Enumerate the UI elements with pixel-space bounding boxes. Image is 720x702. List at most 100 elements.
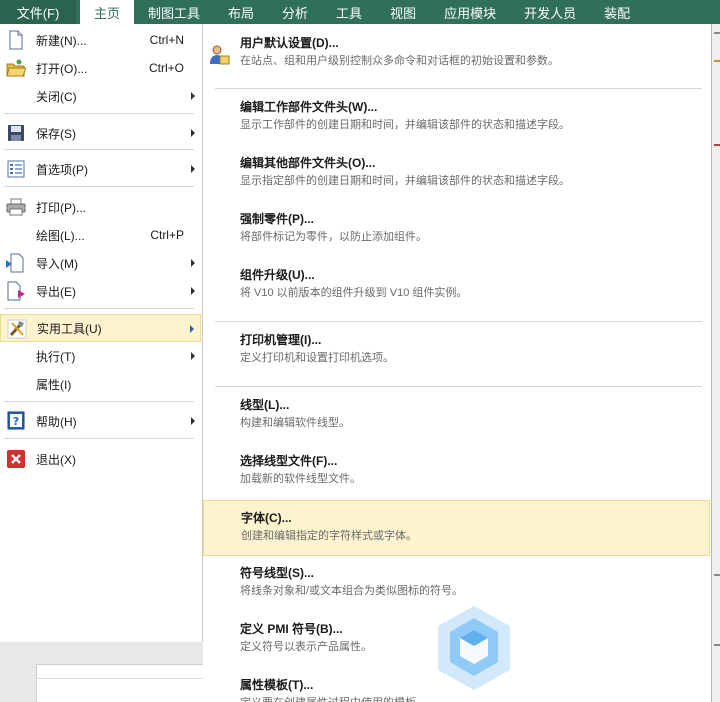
user-defaults-icon (208, 44, 230, 66)
tab-assemblies[interactable]: 装配 (590, 0, 644, 24)
submenu-arrow-icon (191, 259, 195, 267)
menu-item-label: 属性(I) (36, 377, 72, 392)
menu-item-save[interactable]: 保存(S) (0, 119, 201, 147)
submenu-arrow-icon (191, 287, 195, 295)
help-icon: ? (6, 411, 26, 431)
tab-layout[interactable]: 布局 (214, 0, 268, 24)
tab-tools[interactable]: 工具 (322, 0, 376, 24)
menu-item-import[interactable]: 导入(M) (0, 249, 201, 277)
submenu-item-edit-other-part-header[interactable]: 编辑其他部件文件头(O)... 显示指定部件的创建日期和时间，并编辑该部件的状态… (203, 146, 710, 202)
edge-marker (714, 32, 720, 34)
submenu-item-description: 在站点、组和用户级别控制众多命令和对话框的初始设置和参数。 (240, 55, 559, 67)
menu-item-label: 执行(T) (36, 349, 76, 364)
menu-item-label: 首选项(P) (36, 162, 88, 177)
menu-item-execute[interactable]: 执行(T) (0, 342, 201, 370)
submenu-item-description: 显示工作部件的创建日期和时间，并编辑该部件的状态和描述字段。 (240, 119, 570, 131)
menu-item-export[interactable]: 导出(E) (0, 277, 201, 305)
menu-item-utilities[interactable]: 实用工具(U) (0, 314, 201, 342)
menu-item-close[interactable]: 关闭(C) (0, 82, 201, 110)
menu-separator (4, 308, 194, 309)
menu-item-label: 导入(M) (36, 256, 78, 271)
submenu-item-title: 编辑其他部件文件头(O)... (240, 156, 376, 170)
tab-developer[interactable]: 开发人员 (510, 0, 590, 24)
edge-marker (714, 574, 720, 576)
submenu-arrow-icon (191, 352, 195, 360)
menu-separator (4, 186, 194, 187)
menu-item-properties[interactable]: 属性(I) (0, 370, 201, 398)
submenu-item-force-piece-part[interactable]: 强制零件(P)... 将部件标记为零件，以防止添加组件。 (203, 202, 710, 258)
menu-item-label: 帮助(H) (36, 414, 77, 429)
submenu-item-description: 定义符号以表示产品属性。 (240, 641, 372, 653)
submenu-separator (215, 386, 702, 387)
preferences-list-icon (6, 159, 26, 179)
submenu-item-character-font[interactable]: 字体(C)... 创建和编辑指定的字符样式或字体。 (203, 500, 710, 556)
background-window (36, 664, 203, 702)
submenu-item-line-font[interactable]: 线型(L)... 构建和编辑软件线型。 (203, 388, 710, 444)
menu-item-label: 打开(O)... (36, 61, 88, 76)
submenu-item-title: 线型(L)... (240, 398, 290, 412)
submenu-item-printer-admin[interactable]: 打印机管理(I)... 定义打印机和设置打印机选项。 (203, 323, 710, 379)
menu-item-label: 新建(N)... (36, 33, 87, 48)
submenu-item-title: 字体(C)... (241, 511, 292, 525)
tab-home[interactable]: 主页 (80, 0, 134, 24)
export-icon (6, 281, 26, 301)
file-menu: 新建(N)... Ctrl+N 打开(O)... Ctrl+O 关闭(C) 保存… (0, 24, 203, 642)
submenu-item-description: 定义要在创建属性过程中使用的模板 (240, 694, 416, 702)
menu-separator (4, 401, 194, 402)
menu-separator (4, 438, 194, 439)
submenu-item-description: 将线条对象和/或文本组合为类似图标的符号。 (240, 585, 464, 597)
submenu-item-description: 显示指定部件的创建日期和时间，并编辑该部件的状态和描述字段。 (240, 175, 570, 187)
menu-item-print[interactable]: 打印(P)... (0, 193, 201, 221)
menu-shortcut: Ctrl+P (150, 228, 184, 242)
tab-drafting-tools[interactable]: 制图工具 (134, 0, 214, 24)
printer-icon (6, 197, 26, 217)
submenu-arrow-icon (191, 165, 195, 173)
submenu-arrow-icon (190, 325, 194, 333)
submenu-separator (215, 321, 702, 322)
menu-item-help[interactable]: ? 帮助(H) (0, 407, 201, 435)
tab-applications[interactable]: 应用模块 (430, 0, 510, 24)
submenu-item-select-line-font-file[interactable]: 选择线型文件(F)... 加载新的软件线型文件。 (203, 444, 710, 500)
utilities-tools-icon (7, 319, 27, 339)
submenu-item-edit-work-part-header[interactable]: 编辑工作部件文件头(W)... 显示工作部件的创建日期和时间，并编辑该部件的状态… (203, 90, 710, 146)
menu-item-label: 实用工具(U) (37, 321, 102, 336)
menu-item-new[interactable]: 新建(N)... Ctrl+N (0, 26, 201, 54)
tab-file[interactable]: 文件(F) (0, 0, 76, 24)
background-divider (36, 678, 203, 679)
submenu-item-title: 选择线型文件(F)... (240, 454, 338, 468)
background-area (0, 642, 203, 702)
watermark-cube-logo-icon (434, 604, 514, 692)
submenu-item-description: 构建和编辑软件线型。 (240, 417, 350, 429)
menu-item-label: 关闭(C) (36, 89, 77, 104)
submenu-item-title: 打印机管理(I)... (240, 333, 322, 347)
submenu-separator (215, 88, 702, 89)
menu-item-plot[interactable]: 绘图(L)... Ctrl+P (0, 221, 201, 249)
submenu-arrow-icon (191, 417, 195, 425)
edge-marker (714, 144, 720, 146)
tab-view[interactable]: 视图 (376, 0, 430, 24)
menu-shortcut: Ctrl+O (148, 61, 184, 75)
utilities-submenu: 用户默认设置(D)... 在站点、组和用户级别控制众多命令和对话框的初始设置和参… (203, 24, 712, 702)
submenu-item-component-upgrade[interactable]: 组件升级(U)... 将 V10 以前版本的组件升级到 V10 组件实例。 (203, 258, 710, 314)
tab-analysis[interactable]: 分析 (268, 0, 322, 24)
menu-shortcut: Ctrl+N (149, 33, 184, 47)
menu-item-label: 退出(X) (36, 452, 76, 467)
submenu-item-description: 加载新的软件线型文件。 (240, 473, 361, 485)
menu-item-exit[interactable]: 退出(X) (0, 445, 201, 473)
edge-marker (714, 60, 720, 62)
submenu-item-description: 将部件标记为零件，以防止添加组件。 (240, 231, 427, 243)
submenu-item-title: 符号线型(S)... (240, 566, 314, 580)
submenu-item-description: 将 V10 以前版本的组件升级到 V10 组件实例。 (240, 287, 468, 299)
submenu-item-title: 用户默认设置(D)... (240, 36, 339, 50)
submenu-item-title: 编辑工作部件文件头(W)... (240, 100, 378, 114)
new-document-icon (6, 30, 26, 50)
submenu-item-description: 定义打印机和设置打印机选项。 (240, 352, 394, 364)
submenu-item-title: 属性模板(T)... (240, 678, 314, 692)
submenu-item-user-defaults[interactable]: 用户默认设置(D)... 在站点、组和用户级别控制众多命令和对话框的初始设置和参… (203, 26, 710, 82)
submenu-arrow-icon (191, 92, 195, 100)
menu-item-preferences[interactable]: 首选项(P) (0, 155, 201, 183)
menu-item-label: 绘图(L)... (36, 228, 85, 243)
menu-item-label: 打印(P)... (36, 200, 86, 215)
edge-marker (714, 644, 720, 646)
menu-item-open[interactable]: 打开(O)... Ctrl+O (0, 54, 201, 82)
